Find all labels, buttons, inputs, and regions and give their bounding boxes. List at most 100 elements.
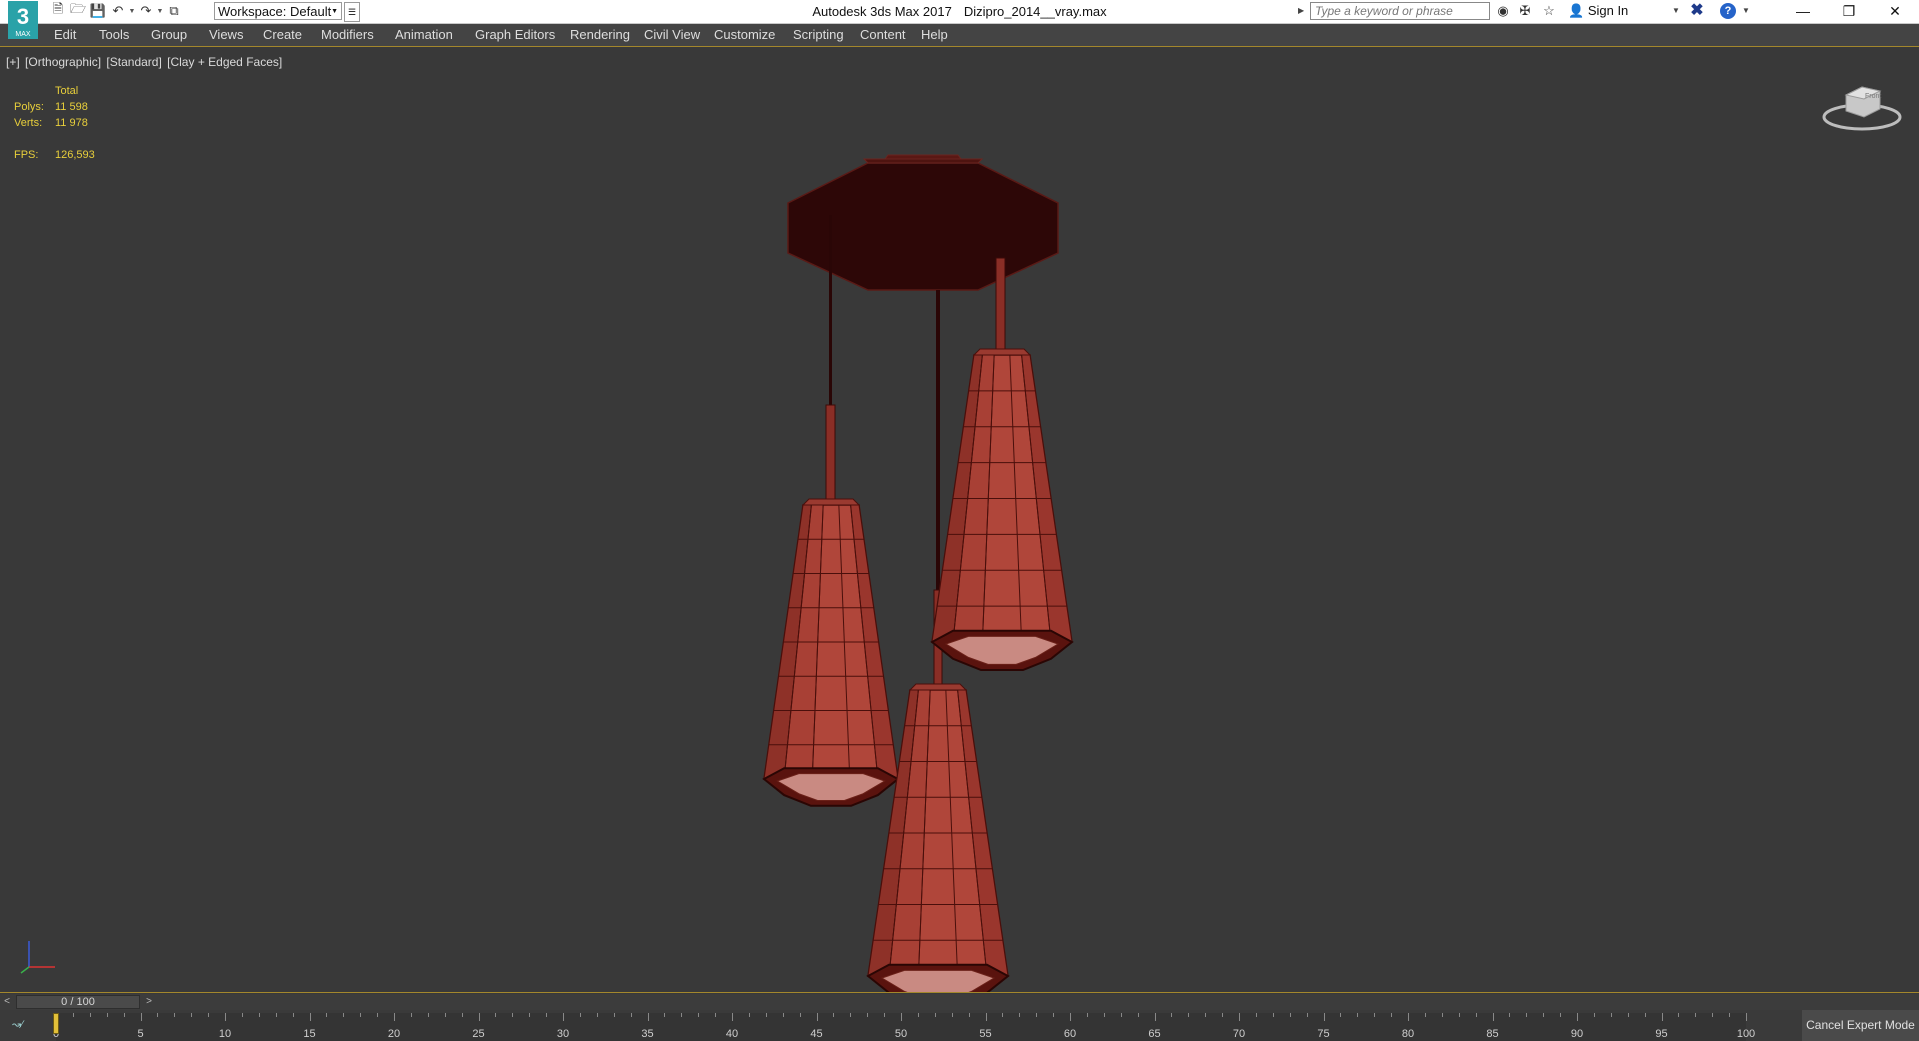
menu-rendering[interactable]: Rendering (570, 27, 630, 42)
track-tick (394, 1013, 395, 1021)
track-tick (1509, 1013, 1511, 1017)
track-tick (1526, 1013, 1528, 1017)
menu-tools[interactable]: Tools (99, 27, 129, 42)
binoculars-icon[interactable]: ◉ (1494, 3, 1512, 19)
menu-views[interactable]: Views (209, 27, 243, 42)
track-tick-label: 5 (137, 1028, 144, 1040)
undo-dropdown-icon[interactable]: ▼ (128, 8, 136, 15)
open-file-icon[interactable]: 🗁 (68, 1, 88, 20)
customize-quick-access-icon[interactable]: ☰ (344, 2, 360, 22)
next-frame-icon[interactable]: > (142, 994, 156, 1010)
menu-modifiers[interactable]: Modifiers (321, 27, 374, 42)
scene-pendant-lamp[interactable] (0, 47, 1919, 992)
track-tick-label: 15 (303, 1028, 316, 1040)
track-tick (140, 1013, 142, 1021)
cancel-expert-mode-button[interactable]: Cancel Expert Mode (1802, 1010, 1919, 1041)
previous-frame-icon[interactable]: < (0, 994, 14, 1010)
track-tick (461, 1013, 463, 1017)
track-tick (326, 1013, 328, 1017)
search-input[interactable]: Type a keyword or phrase (1310, 2, 1490, 20)
track-tick (630, 1013, 632, 1017)
app-logo[interactable]: 3 MAX (8, 1, 38, 39)
search-expand-icon[interactable]: ▶ (1298, 3, 1308, 19)
track-tick (1086, 1013, 1088, 1017)
menu-customize[interactable]: Customize (714, 27, 775, 42)
redo-icon[interactable]: ↷ (136, 3, 156, 20)
menu-scripting[interactable]: Scripting (793, 27, 844, 42)
viewport[interactable]: [+] [Orthographic] [Standard] [Clay + Ed… (0, 46, 1919, 993)
track-tick-label: 40 (725, 1028, 739, 1040)
lamp-shade-left[interactable] (762, 498, 900, 807)
new-file-icon[interactable]: 🗎 (48, 1, 68, 20)
track-tick (1492, 1013, 1494, 1021)
viewcube-icon[interactable]: Front (1820, 77, 1904, 137)
menu-group[interactable]: Group (151, 27, 187, 42)
current-frame-marker[interactable] (53, 1013, 59, 1034)
sign-in-dropdown-icon[interactable]: ▼ (1672, 3, 1680, 19)
track-tick (1323, 1013, 1325, 1021)
track-tick (816, 1013, 818, 1021)
project-folder-icon[interactable]: ⧉ (164, 3, 184, 20)
track-tick (1458, 1013, 1460, 1017)
track-tick (1357, 1013, 1359, 1017)
subscription-center-icon[interactable]: ✠ (1516, 3, 1534, 19)
track-tick (1002, 1013, 1004, 1017)
track-tick (309, 1013, 311, 1021)
menu-edit[interactable]: Edit (54, 27, 76, 42)
menu-content[interactable]: Content (860, 27, 906, 42)
redo-dropdown-icon[interactable]: ▼ (156, 8, 164, 15)
favorites-star-icon[interactable]: ☆ (1540, 3, 1558, 19)
menu-civil-view[interactable]: Civil View (644, 27, 700, 42)
track-tick (1712, 1013, 1714, 1017)
track-tick (241, 1013, 243, 1017)
menu-animation[interactable]: Animation (395, 27, 453, 42)
menu-help[interactable]: Help (921, 27, 948, 42)
track-tick-label: 30 (556, 1028, 570, 1040)
track-tick (1695, 1013, 1697, 1017)
track-tick (1644, 1013, 1646, 1017)
track-tick (275, 1013, 277, 1017)
track-tick-label: 50 (894, 1028, 908, 1040)
track-tick (208, 1013, 210, 1017)
track-tick (901, 1013, 902, 1021)
quick-access-toolbar: 🗎 🗁 💾 ↶ ▼ ↷ ▼ ⧉ (48, 1, 184, 20)
restore-button[interactable]: ❐ (1826, 0, 1872, 23)
close-button[interactable]: ✕ (1872, 0, 1918, 23)
track-tick-label: 55 (979, 1028, 992, 1040)
track-tick (934, 1013, 936, 1017)
exchange-apps-icon[interactable]: ✖ (1688, 2, 1706, 20)
track-tick (1306, 1013, 1308, 1017)
canopy-mesh[interactable] (787, 154, 1059, 291)
undo-icon[interactable]: ↶ (108, 3, 128, 20)
track-bar-area[interactable]: 0 5 10 15 20 25 30 35 40 45 50 55 60 65 70 75 80 85 90 95 10… (53, 1013, 1755, 1041)
track-tick (884, 1013, 886, 1017)
curve-editor-icon[interactable]: ↝∕ (12, 1018, 23, 1031)
track-tick (478, 1013, 480, 1021)
track-tick (1070, 1013, 1071, 1021)
track-tick (123, 1013, 125, 1017)
track-tick (1222, 1013, 1224, 1017)
track-tick-label: 75 (1317, 1028, 1330, 1040)
track-tick-label: 70 (1232, 1028, 1246, 1040)
save-file-icon[interactable]: 💾 (88, 3, 108, 20)
track-tick (563, 1013, 564, 1021)
track-tick (799, 1013, 801, 1017)
time-slider[interactable]: 0 / 100 (16, 995, 140, 1009)
lamp-shade-right[interactable] (930, 348, 1074, 671)
track-tick-label: 100 (1736, 1028, 1756, 1040)
track-tick (850, 1013, 852, 1017)
minimize-button[interactable]: — (1780, 0, 1826, 23)
track-tick-label: 45 (810, 1028, 823, 1040)
track-tick (1340, 1013, 1342, 1017)
sign-in-button[interactable]: 👤 Sign In (1568, 3, 1628, 19)
track-tick-label: 80 (1401, 1028, 1415, 1040)
menu-create[interactable]: Create (263, 27, 302, 42)
menu-graph-editors[interactable]: Graph Editors (475, 27, 555, 42)
track-tick (917, 1013, 919, 1017)
workspace-select[interactable]: Workspace: Default ▼ (214, 2, 342, 20)
track-tick (1391, 1013, 1393, 1017)
track-tick (579, 1013, 581, 1017)
track-tick (732, 1013, 733, 1021)
help-dropdown-icon[interactable]: ▼ (1742, 3, 1750, 19)
help-icon[interactable]: ? (1720, 3, 1736, 19)
